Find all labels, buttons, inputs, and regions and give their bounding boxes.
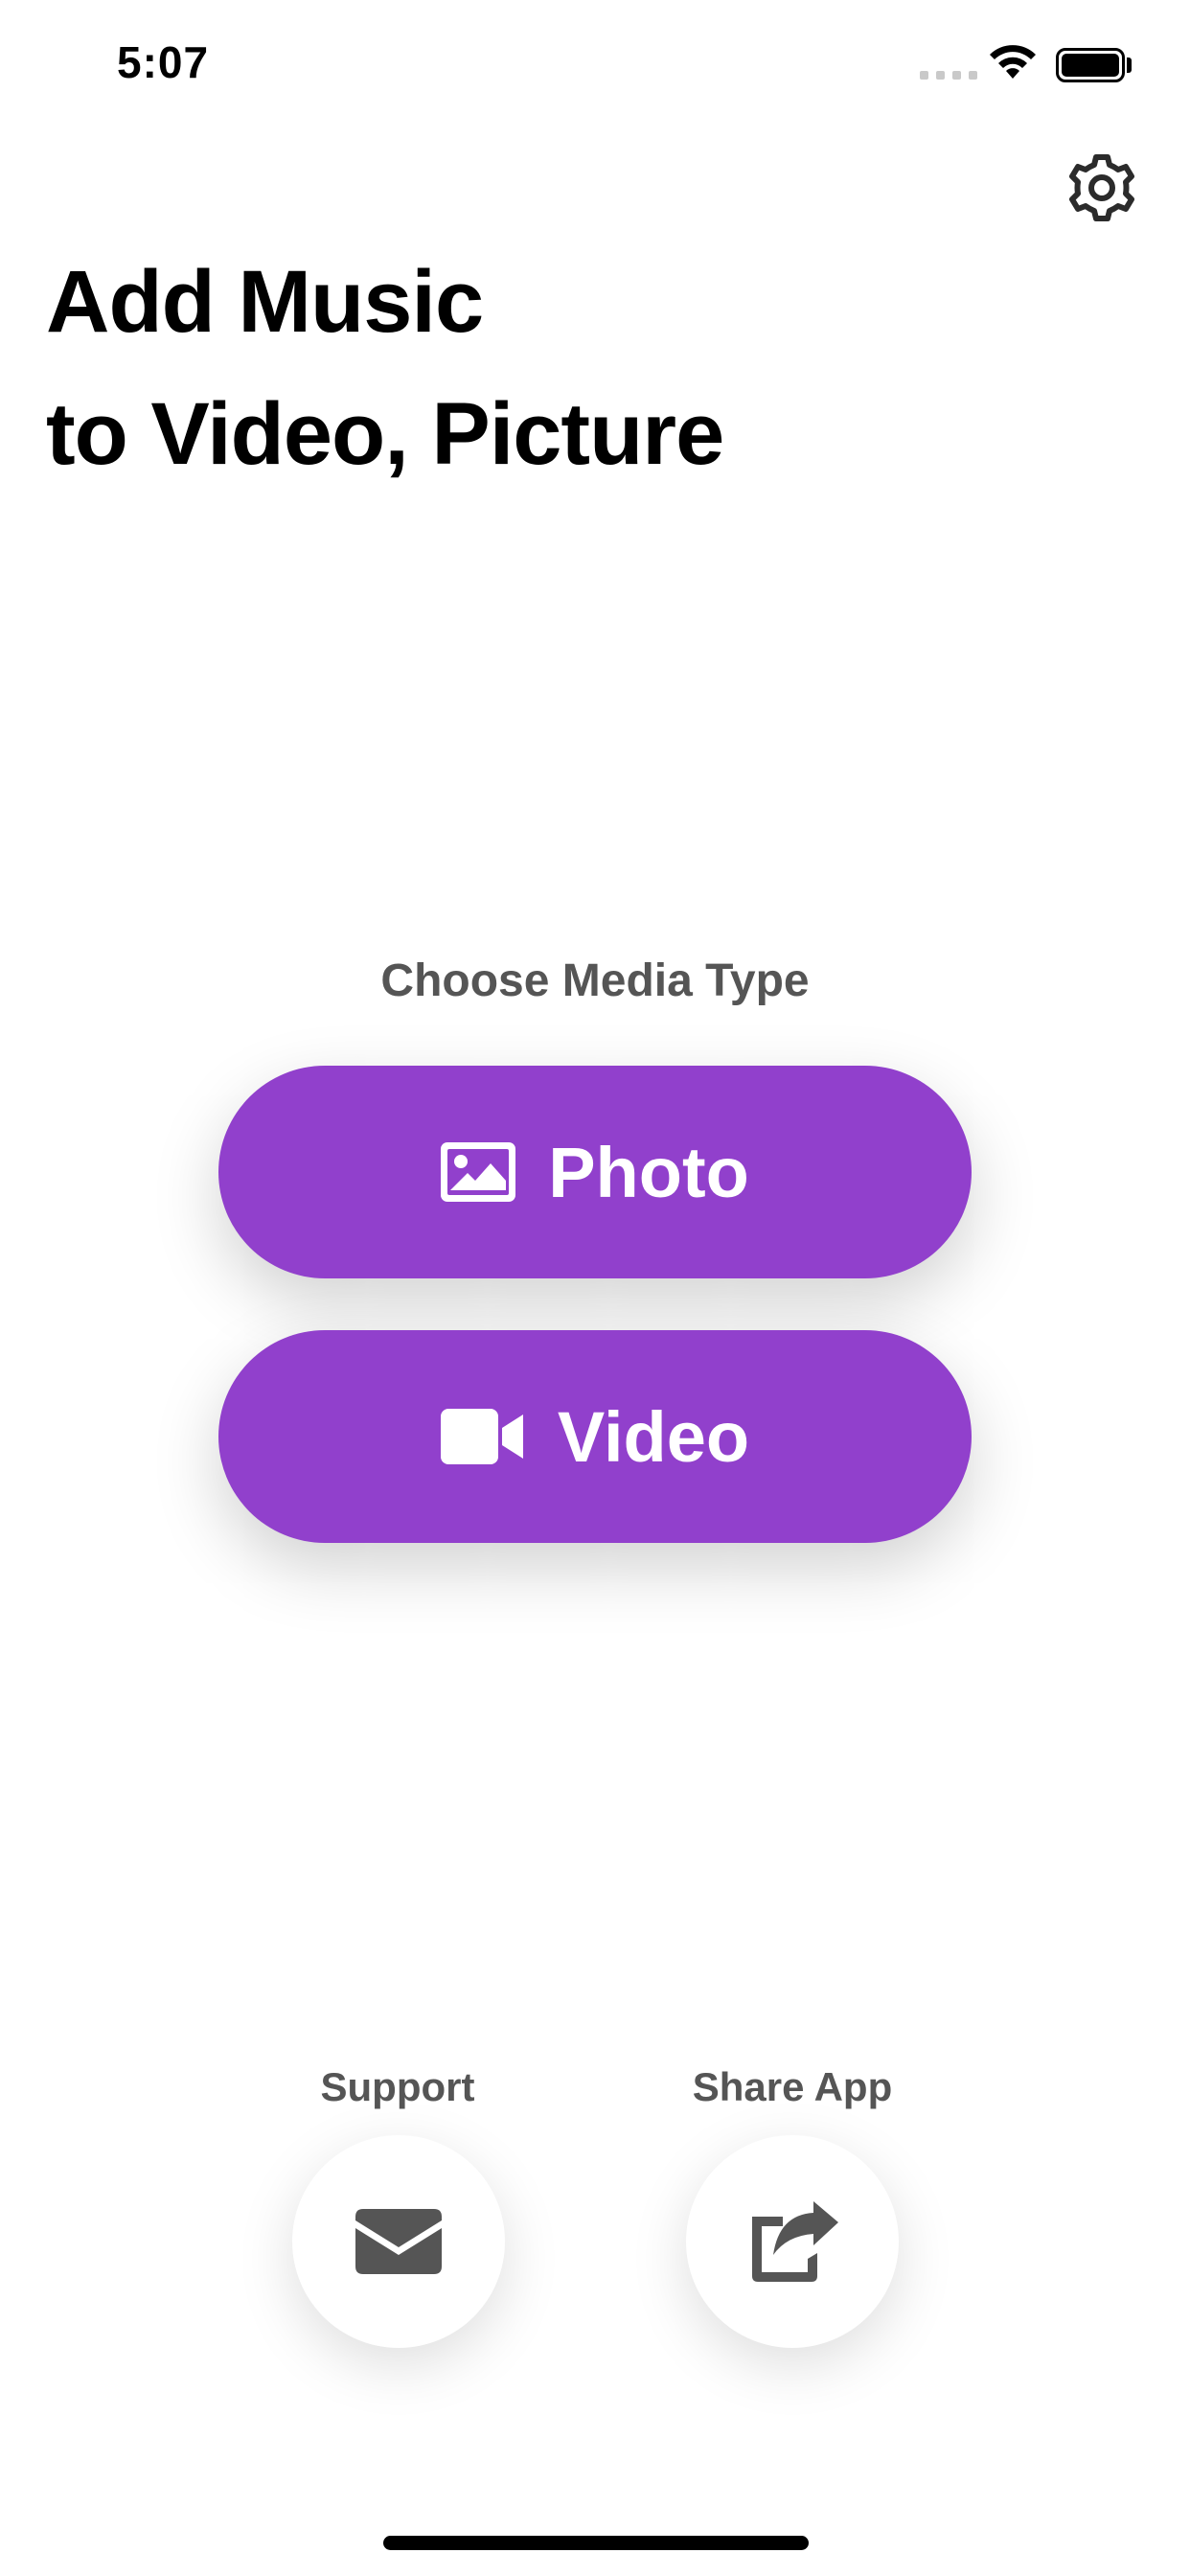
video-button-label: Video (557, 1396, 750, 1477)
photo-button-label: Photo (548, 1132, 749, 1212)
battery-icon (1056, 48, 1125, 82)
cellular-signal-icon (920, 71, 977, 80)
gear-icon (1069, 154, 1134, 221)
video-camera-icon (440, 1409, 523, 1464)
page-title: Add Music to Video, Picture (46, 236, 1100, 500)
support-label: Support (320, 2064, 475, 2109)
title-line-1: Add Music (46, 253, 484, 351)
video-button[interactable]: Video (218, 1330, 972, 1543)
battery-tip (1127, 58, 1132, 73)
choose-media-type-label: Choose Media Type (380, 955, 810, 1006)
support-button[interactable] (292, 2135, 505, 2348)
wifi-icon (990, 45, 1036, 79)
home-indicator (383, 2536, 809, 2550)
settings-button[interactable] (1065, 151, 1138, 224)
image-icon (441, 1142, 516, 1202)
share-app-label: Share App (692, 2064, 893, 2109)
title-line-2: to Video, Picture (46, 385, 724, 483)
share-icon (752, 2201, 838, 2282)
share-app-button[interactable] (686, 2135, 899, 2348)
envelope-icon (355, 2209, 442, 2274)
status-time: 5:07 (117, 37, 210, 87)
photo-button[interactable]: Photo (218, 1066, 972, 1278)
